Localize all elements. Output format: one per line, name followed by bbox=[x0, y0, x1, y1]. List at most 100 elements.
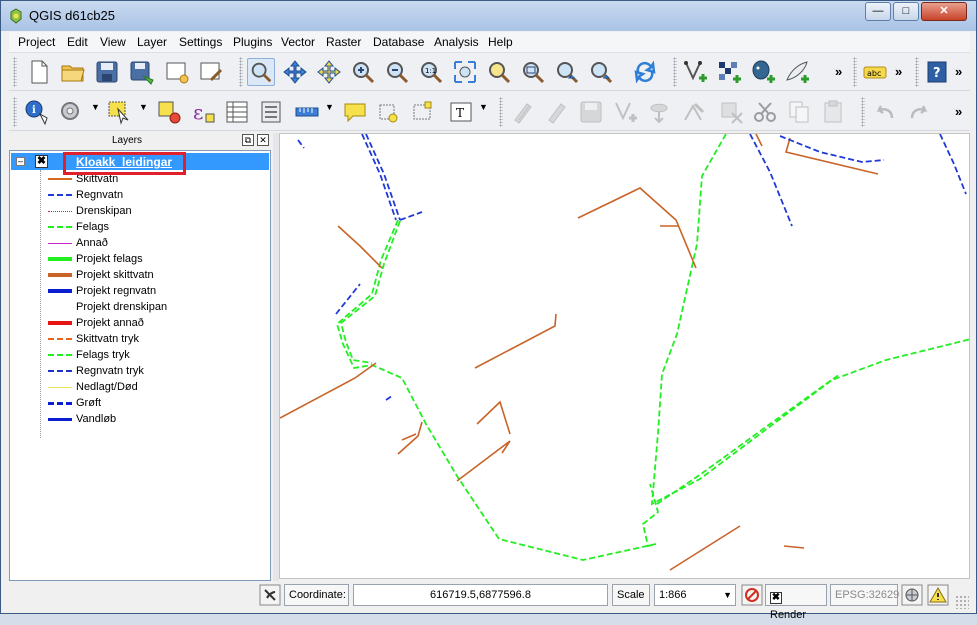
minimize-button[interactable]: — bbox=[865, 2, 891, 21]
text-annotation-icon[interactable]: T bbox=[447, 98, 475, 126]
refresh-icon[interactable] bbox=[631, 58, 659, 86]
chevron-down-icon[interactable]: ▼ bbox=[723, 585, 732, 605]
legend-item[interactable]: Projekt annað bbox=[44, 316, 264, 332]
menu-vector[interactable]: Vector bbox=[281, 35, 315, 49]
crs-projection-icon[interactable] bbox=[901, 584, 923, 606]
add-feature-icon[interactable] bbox=[611, 98, 639, 126]
legend-item[interactable]: Grøft bbox=[44, 396, 264, 412]
save-layer-edits-icon[interactable] bbox=[577, 98, 605, 126]
zoom-next-icon[interactable] bbox=[587, 58, 615, 86]
legend-item[interactable]: Nedlagt/Død bbox=[44, 380, 264, 396]
legend-item[interactable]: Regnvatn bbox=[44, 188, 264, 204]
current-edits-icon[interactable] bbox=[509, 98, 537, 126]
legend-item[interactable]: Vandløb bbox=[44, 412, 264, 428]
add-spatialite-layer-icon[interactable] bbox=[783, 58, 811, 86]
save-project-icon[interactable] bbox=[93, 58, 121, 86]
stop-rendering-icon[interactable] bbox=[741, 584, 763, 606]
toggle-editing-icon[interactable] bbox=[543, 98, 571, 126]
toolbar-grip[interactable] bbox=[861, 97, 865, 127]
legend-item[interactable]: Projekt skittvatn bbox=[44, 268, 264, 284]
zoom-native-icon[interactable]: 1:1 bbox=[417, 58, 445, 86]
chevron-down-icon[interactable]: ▼ bbox=[139, 102, 148, 112]
toolbar-grip[interactable] bbox=[853, 57, 857, 87]
render-checkbox[interactable]: ✖ Render bbox=[765, 584, 827, 621]
zoom-last-icon[interactable] bbox=[553, 58, 581, 86]
menu-raster[interactable]: Raster bbox=[326, 35, 361, 49]
menu-project[interactable]: Project bbox=[18, 35, 55, 49]
copy-features-icon[interactable] bbox=[785, 98, 813, 126]
move-feature-icon[interactable] bbox=[645, 98, 673, 126]
legend-item[interactable]: Regnvatn tryk bbox=[44, 364, 264, 380]
chevron-down-icon[interactable]: ▼ bbox=[325, 102, 334, 112]
run-feature-action-icon[interactable] bbox=[57, 98, 85, 126]
legend-item[interactable]: Felags tryk bbox=[44, 348, 264, 364]
zoom-out-icon[interactable] bbox=[383, 58, 411, 86]
maximize-button[interactable]: □ bbox=[893, 2, 919, 21]
select-features-icon[interactable] bbox=[105, 98, 133, 126]
coordinate-field[interactable]: 616719.5,6877596.8 bbox=[353, 584, 608, 606]
zoom-full-icon[interactable] bbox=[451, 58, 479, 86]
new-bookmark-icon[interactable] bbox=[375, 98, 403, 126]
zoom-to-layer-icon[interactable] bbox=[519, 58, 547, 86]
close-panel-icon[interactable]: ✕ bbox=[257, 134, 269, 146]
toolbar-grip[interactable] bbox=[13, 57, 17, 87]
legend-item[interactable]: Annað bbox=[44, 236, 264, 252]
paste-features-icon[interactable] bbox=[819, 98, 847, 126]
close-button[interactable]: ✕ bbox=[921, 2, 967, 21]
legend-item[interactable]: Projekt felags bbox=[44, 252, 264, 268]
menu-help[interactable]: Help bbox=[488, 35, 513, 49]
label-tool-icon[interactable]: abc bbox=[861, 58, 889, 86]
pan-to-selection-icon[interactable] bbox=[281, 58, 309, 86]
legend-item[interactable]: Felags bbox=[44, 220, 264, 236]
menu-database[interactable]: Database bbox=[373, 35, 424, 49]
add-postgis-layer-icon[interactable] bbox=[749, 58, 777, 86]
layer-visibility-checkbox[interactable]: ✖ bbox=[35, 155, 48, 168]
toggle-extents-icon[interactable] bbox=[259, 584, 281, 606]
help-icon[interactable]: ? bbox=[923, 58, 951, 86]
add-raster-layer-icon[interactable] bbox=[715, 58, 743, 86]
resize-grip[interactable] bbox=[955, 595, 969, 609]
toolbar-grip[interactable] bbox=[915, 57, 919, 87]
legend-item[interactable]: Projekt drenskipan bbox=[44, 300, 264, 316]
collapse-toggle-icon[interactable]: – bbox=[16, 157, 25, 166]
menu-view[interactable]: View bbox=[100, 35, 126, 49]
add-vector-layer-icon[interactable] bbox=[681, 58, 709, 86]
menu-plugins[interactable]: Plugins bbox=[233, 35, 272, 49]
new-print-composer-icon[interactable] bbox=[163, 58, 191, 86]
map-tips-icon[interactable] bbox=[341, 98, 369, 126]
menu-edit[interactable]: Edit bbox=[67, 35, 88, 49]
zoom-to-selection-icon[interactable] bbox=[485, 58, 513, 86]
chevron-down-icon[interactable]: ▼ bbox=[479, 102, 488, 112]
toolbar-overflow-icon[interactable]: » bbox=[955, 64, 962, 79]
toolbar-overflow-icon[interactable]: » bbox=[895, 64, 902, 79]
pan-map-icon[interactable] bbox=[247, 58, 275, 86]
legend-item[interactable]: Projekt regnvatn bbox=[44, 284, 264, 300]
zoom-full-arrows-icon[interactable] bbox=[315, 58, 343, 86]
redo-icon[interactable] bbox=[905, 98, 933, 126]
field-calculator-icon[interactable] bbox=[257, 98, 285, 126]
crs-status[interactable]: EPSG:32629 bbox=[830, 584, 899, 606]
deselect-features-icon[interactable] bbox=[155, 98, 183, 126]
show-bookmarks-icon[interactable] bbox=[409, 98, 437, 126]
node-tool-icon[interactable] bbox=[679, 98, 707, 126]
composer-manager-icon[interactable] bbox=[197, 58, 225, 86]
open-project-icon[interactable] bbox=[59, 58, 87, 86]
select-by-expression-icon[interactable]: ε bbox=[189, 98, 217, 126]
map-features[interactable] bbox=[279, 133, 972, 580]
toolbar-overflow-icon[interactable]: » bbox=[955, 104, 962, 119]
menu-settings[interactable]: Settings bbox=[179, 35, 222, 49]
toolbar-grip[interactable] bbox=[239, 57, 243, 87]
measure-line-icon[interactable] bbox=[293, 98, 321, 126]
delete-selected-icon[interactable] bbox=[717, 98, 745, 126]
menu-analysis[interactable]: Analysis bbox=[434, 35, 479, 49]
attribute-table-icon[interactable] bbox=[223, 98, 251, 126]
menu-layer[interactable]: Layer bbox=[137, 35, 167, 49]
legend-item[interactable]: Drenskipan bbox=[44, 204, 264, 220]
toolbar-grip[interactable] bbox=[13, 97, 17, 127]
toolbar-grip[interactable] bbox=[499, 97, 503, 127]
messages-warning-icon[interactable] bbox=[927, 584, 949, 606]
cut-features-icon[interactable] bbox=[751, 98, 779, 126]
map-canvas[interactable] bbox=[279, 133, 972, 580]
float-panel-icon[interactable]: ⧉ bbox=[242, 134, 254, 146]
save-as-icon[interactable] bbox=[127, 58, 155, 86]
